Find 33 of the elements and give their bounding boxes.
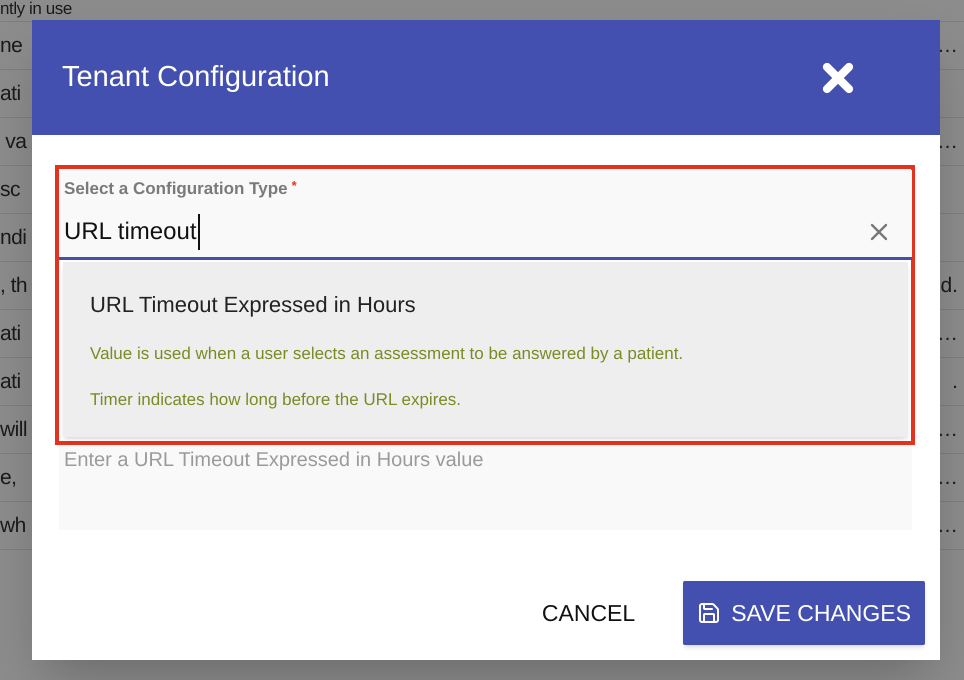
table-cell-text: e, bbox=[0, 467, 16, 488]
option-title: URL Timeout Expressed in Hours bbox=[90, 291, 417, 319]
table-cell-text: sc bbox=[0, 179, 20, 200]
table-cell-text: d. bbox=[940, 272, 959, 299]
field-placeholder: Enter a URL Timeout Expressed in Hours value bbox=[64, 449, 484, 471]
save-button[interactable]: SAVE CHANGES bbox=[683, 581, 925, 645]
save-icon bbox=[697, 601, 722, 625]
required-mark: * bbox=[292, 178, 297, 193]
table-cell-text: ntly in use bbox=[0, 0, 72, 17]
option-description: Value is used when a user selects an assessment to be answered by a patient. bbox=[90, 343, 684, 365]
table-cell-text: ne bbox=[0, 35, 22, 56]
table-cell-text: … bbox=[937, 32, 959, 59]
field-label: Select a Configuration Type bbox=[64, 179, 288, 198]
table-cell-text: ati bbox=[0, 323, 21, 344]
table-cell-text: va bbox=[4, 131, 26, 152]
table-cell-text: … bbox=[937, 320, 959, 347]
table-cell-text: ndi bbox=[0, 227, 26, 248]
table-cell-text: … bbox=[937, 512, 959, 539]
option-description: Timer indicates how long before the URL expires. bbox=[90, 388, 462, 410]
dialog-title: Tenant Configuration bbox=[62, 60, 330, 95]
cancel-button[interactable]: CANCEL bbox=[540, 596, 638, 630]
table-cell-text: … bbox=[937, 128, 959, 155]
table-cell-text: , th bbox=[0, 275, 28, 296]
config-type-field[interactable]: Select a Configuration Type * URL timeout bbox=[59, 170, 912, 260]
table-cell-text: . bbox=[952, 368, 959, 395]
field-value: URL timeout bbox=[64, 214, 200, 250]
table-cell-text: wh bbox=[0, 515, 26, 536]
table-cell-text: will bbox=[0, 419, 28, 440]
table-cell-text: ati bbox=[0, 83, 21, 104]
table-cell-text: … bbox=[937, 416, 959, 443]
dropdown-option[interactable]: URL Timeout Expressed in Hours Value is used when a user selects an assessment to be answered by a patient. Timer indicates how long before the URL expires. bbox=[63, 262, 908, 412]
table-cell-text: ati bbox=[0, 371, 21, 392]
table-cell-text: … bbox=[937, 464, 959, 491]
